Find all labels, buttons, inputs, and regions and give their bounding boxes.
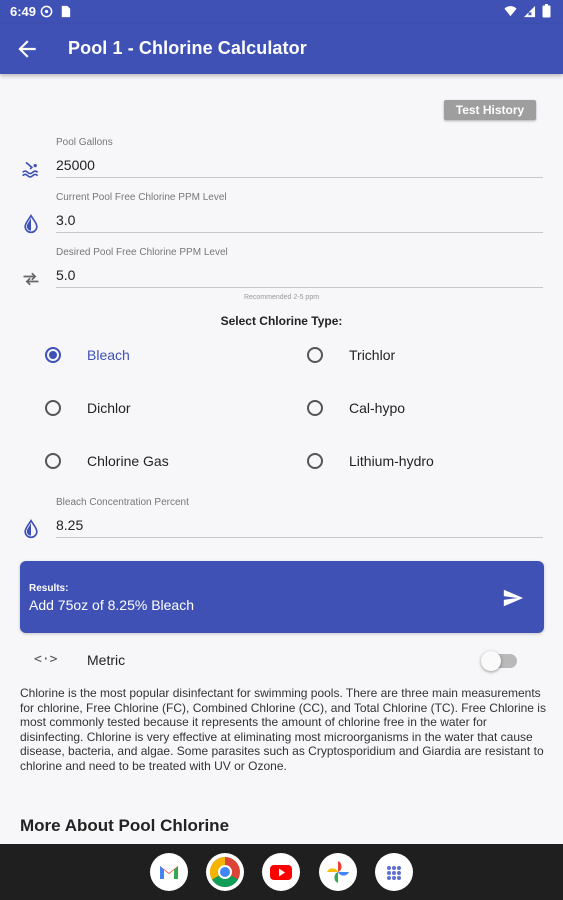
metric-toggle[interactable] xyxy=(481,651,517,671)
radio-unselected-icon xyxy=(45,453,61,469)
photos-icon[interactable] xyxy=(319,853,357,891)
main-content: Test History Pool Gallons Current Pool F… xyxy=(0,74,563,844)
youtube-icon[interactable] xyxy=(262,853,300,891)
radio-selected-icon xyxy=(45,347,61,363)
ppm-hint-text: Recommended 2-5 ppm xyxy=(243,294,320,301)
current-ppm-label: Current Pool Free Chlorine PPM Level xyxy=(56,192,227,203)
radio-dichlor-label: Dichlor xyxy=(87,400,131,416)
radio-unselected-icon xyxy=(307,347,323,363)
pool-gallons-field: Pool Gallons xyxy=(0,137,563,189)
status-bar: 6:49 xyxy=(0,0,563,24)
results-label: Results: xyxy=(29,583,69,594)
code-brackets-icon: <·> xyxy=(34,652,58,667)
radio-chlorine-gas-label: Chlorine Gas xyxy=(87,453,169,469)
radio-lithium-hydro-label: Lithium-hydro xyxy=(349,453,434,469)
test-history-button[interactable]: Test History xyxy=(444,100,536,120)
water-drop-icon xyxy=(24,519,38,539)
sync-status-icon xyxy=(40,5,53,18)
desired-ppm-label: Desired Pool Free Chlorine PPM Level xyxy=(56,247,228,258)
chrome-icon[interactable] xyxy=(206,853,244,891)
metric-label: Metric xyxy=(87,652,126,668)
metric-row: <·> Metric xyxy=(0,644,563,676)
cell-signal-icon xyxy=(523,5,536,17)
pool-gallons-input[interactable] xyxy=(56,152,543,178)
app-drawer-icon[interactable] xyxy=(375,853,413,891)
more-about-heading: More About Pool Chlorine xyxy=(20,816,230,835)
chlorine-type-title: Select Chlorine Type: xyxy=(220,314,343,328)
radio-cal-hypo-label: Cal-hypo xyxy=(349,400,406,416)
app-bar: Pool 1 - Chlorine Calculator xyxy=(0,24,563,74)
pool-icon xyxy=(22,161,39,178)
radio-unselected-icon xyxy=(45,400,61,416)
desired-ppm-field: Desired Pool Free Chlorine PPM Level xyxy=(0,247,563,299)
arrow-back-icon[interactable] xyxy=(14,36,40,62)
radio-unselected-icon xyxy=(307,400,323,416)
gmail-icon[interactable] xyxy=(150,853,188,891)
radio-trichlor-label: Trichlor xyxy=(349,347,396,363)
wifi-icon xyxy=(504,5,517,16)
app-dock xyxy=(0,844,563,900)
swap-arrows-icon xyxy=(23,272,39,286)
desired-ppm-input[interactable] xyxy=(56,262,543,288)
radio-unselected-icon xyxy=(307,453,323,469)
sim-card-icon xyxy=(61,5,71,18)
radio-bleach-label: Bleach xyxy=(87,347,130,363)
status-time: 6:49 xyxy=(10,4,37,19)
send-icon[interactable] xyxy=(502,587,524,609)
chlorine-description: Chlorine is the most popular disinfectan… xyxy=(20,686,546,773)
battery-icon xyxy=(542,4,551,18)
page-title: Pool 1 - Chlorine Calculator xyxy=(68,38,307,58)
current-ppm-input[interactable] xyxy=(56,207,543,233)
current-ppm-field: Current Pool Free Chlorine PPM Level xyxy=(0,192,563,244)
water-drop-icon xyxy=(24,214,38,234)
pool-gallons-label: Pool Gallons xyxy=(56,137,113,148)
concentration-input[interactable] xyxy=(56,512,543,538)
concentration-label: Bleach Concentration Percent xyxy=(56,497,189,508)
concentration-field: Bleach Concentration Percent xyxy=(0,497,563,549)
results-card: Results: Add 75oz of 8.25% Bleach xyxy=(20,561,544,633)
results-value: Add 75oz of 8.25% Bleach xyxy=(29,597,195,613)
toggle-knob xyxy=(481,651,501,671)
